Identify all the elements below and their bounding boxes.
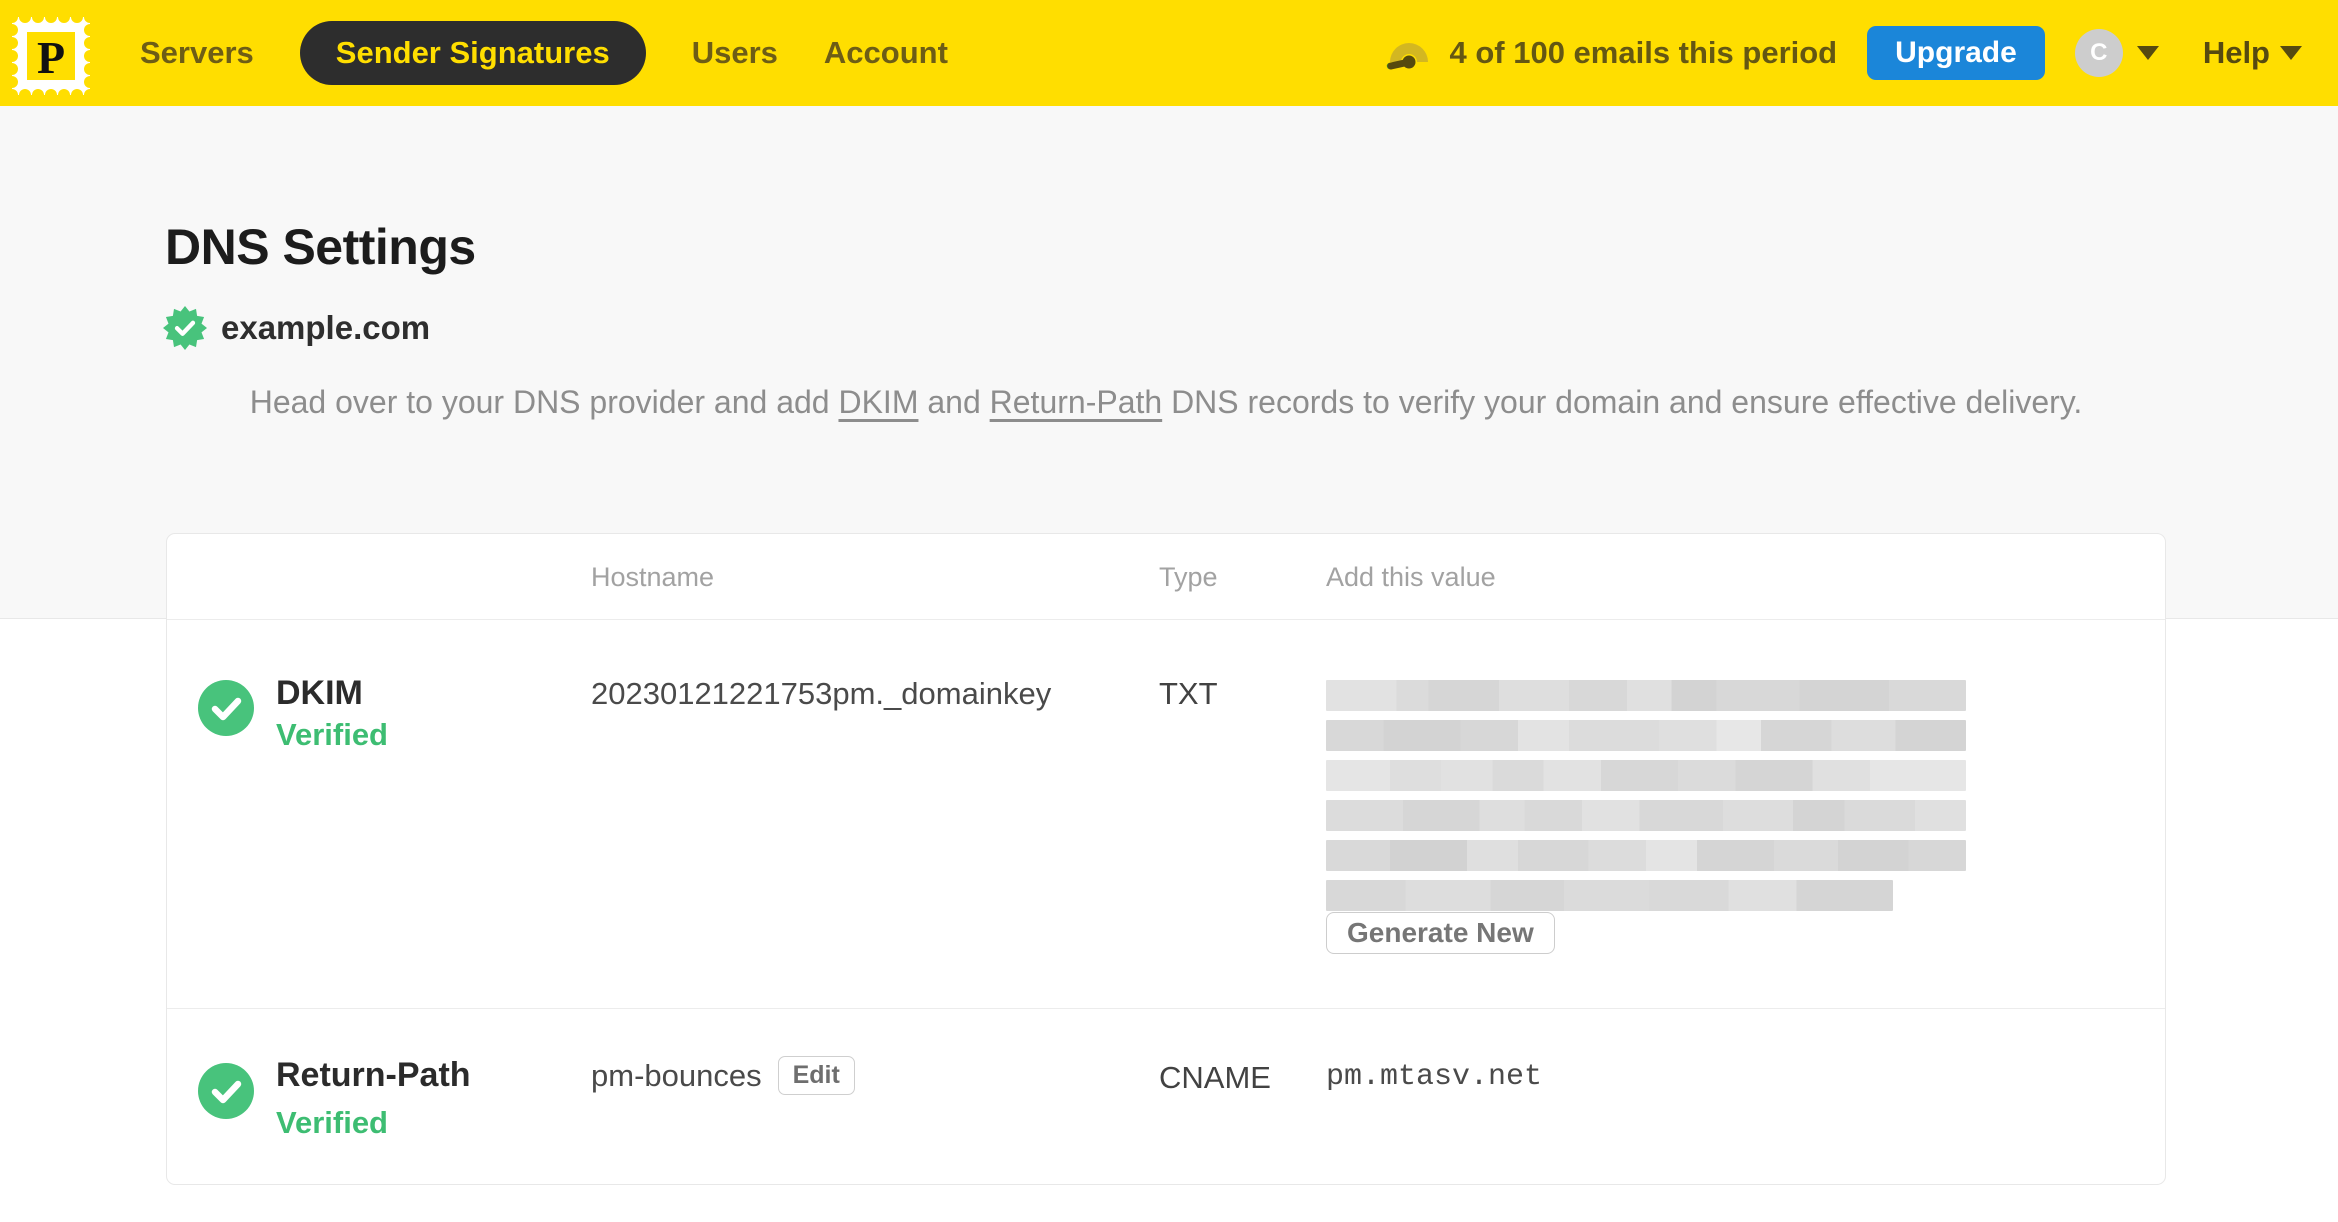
intro-text: Head over to your DNS provider and add D… [166, 378, 2166, 426]
logo-letter: P [37, 32, 65, 83]
status-badge: Verified [276, 1105, 388, 1140]
nav-item-servers[interactable]: Servers [140, 35, 254, 71]
dkim-link[interactable]: DKIM [838, 384, 918, 420]
nav-item-users[interactable]: Users [692, 35, 778, 71]
verified-check-icon [198, 680, 254, 736]
redacted-line [1326, 680, 1966, 711]
account-menu[interactable]: C [2074, 29, 2159, 77]
help-label: Help [2202, 35, 2270, 70]
intro-part2: and [918, 384, 990, 420]
redacted-line [1326, 840, 1966, 871]
type-cell: TXT [1159, 676, 1218, 711]
navbar-right-cluster: 4 of 100 emails this period Upgrade C He… [1383, 26, 2302, 80]
main-content: DNS Settings example.com Head over to yo… [0, 106, 2338, 1222]
usage-gauge-icon [1387, 43, 1429, 70]
postmark-stamp-logo[interactable]: P [12, 17, 90, 95]
value-cell: pm.mtasv.net [1326, 1060, 1543, 1094]
redacted-line [1326, 720, 1966, 751]
verified-seal-icon [163, 306, 207, 350]
chevron-down-icon [2136, 46, 2159, 60]
usage-counter: 4 of 100 emails this period [1449, 35, 1838, 70]
primary-nav: Servers Sender Signatures Users Account [140, 21, 948, 85]
redacted-dns-value [1326, 680, 1966, 911]
table-row-return-path: Return-Path Verified pm-bounces Edit CNA… [167, 1009, 2165, 1185]
nav-item-sender-signatures[interactable]: Sender Signatures [299, 21, 646, 85]
generate-new-button[interactable]: Generate New [1326, 912, 1555, 954]
table-header-row: Hostname Type Add this value [167, 534, 2165, 620]
domain-name: example.com [221, 309, 431, 346]
intro-part3: DNS records to verify your domain and en… [1162, 384, 2083, 420]
table-row-dkim: DKIM Verified 20230121221753pm._domainke… [167, 620, 2165, 1009]
domain-row: example.com [163, 306, 2338, 350]
column-header-type: Type [1159, 562, 1218, 592]
column-header-hostname: Hostname [591, 562, 715, 592]
status-badge: Verified [276, 717, 388, 752]
nav-item-account[interactable]: Account [824, 35, 948, 71]
redacted-line [1326, 800, 1966, 831]
dns-records-card: Hostname Type Add this value DKIM Verifi… [166, 533, 2166, 1185]
return-path-link[interactable]: Return-Path [990, 384, 1163, 420]
redacted-line [1326, 760, 1966, 791]
chevron-down-icon [2280, 46, 2302, 60]
column-header-value: Add this value [1326, 562, 1496, 592]
intro-part1: Head over to your DNS provider and add [249, 384, 839, 420]
page-title: DNS Settings [165, 219, 476, 275]
type-cell: CNAME [1159, 1060, 1271, 1095]
hostname-cell: 20230121221753pm._domainkey [591, 676, 1052, 711]
edit-button[interactable]: Edit [777, 1056, 855, 1095]
record-name: Return-Path [276, 1056, 471, 1094]
avatar: C [2074, 29, 2123, 77]
top-navbar: P Servers Sender Signatures Users Accoun… [0, 0, 2338, 106]
help-menu[interactable]: Help [2203, 35, 2302, 71]
page: P Servers Sender Signatures Users Accoun… [0, 0, 2338, 1222]
redacted-line [1326, 880, 1893, 911]
upgrade-button[interactable]: Upgrade [1867, 26, 2045, 80]
hostname-cell: pm-bounces Edit [591, 1056, 855, 1095]
verified-check-icon [198, 1063, 254, 1119]
record-name: DKIM [276, 674, 363, 712]
hostname-text: pm-bounces [591, 1057, 762, 1093]
